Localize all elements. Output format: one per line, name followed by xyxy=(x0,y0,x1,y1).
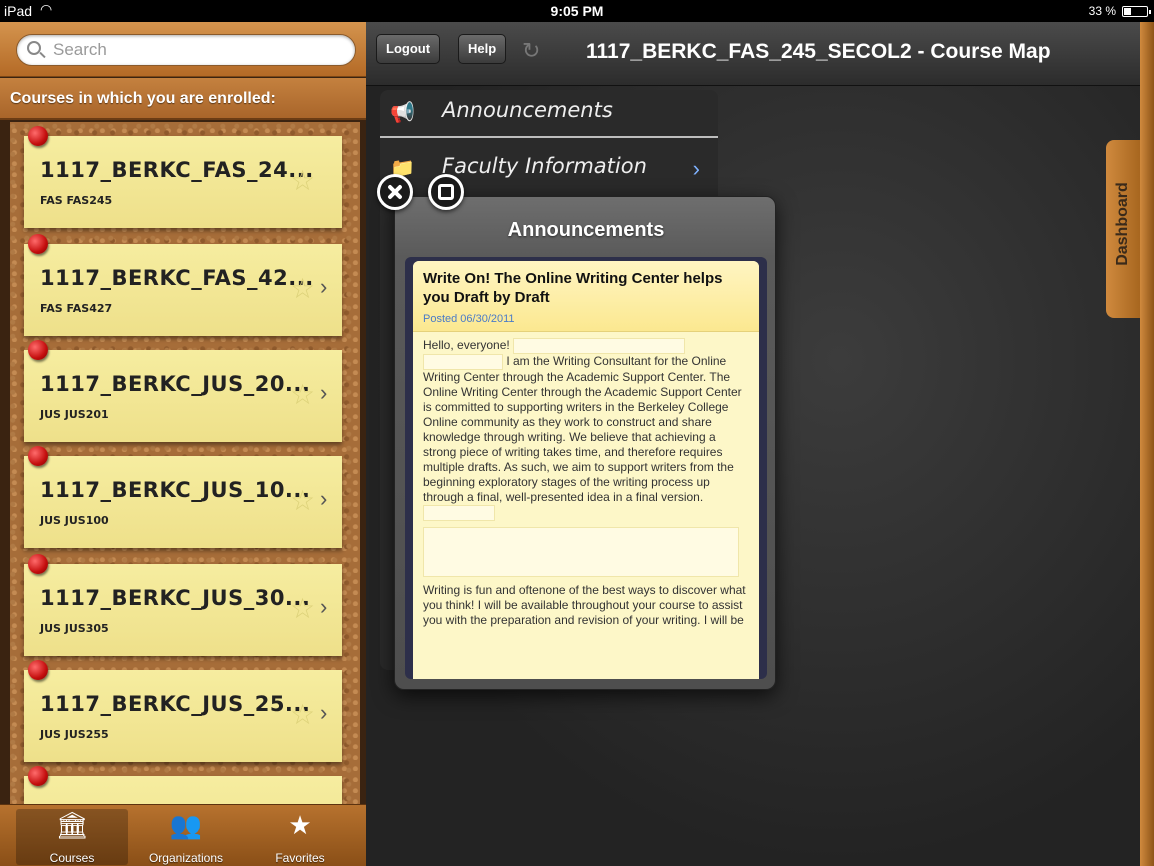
announcement-heading: Write On! The Online Writing Center help… xyxy=(423,270,723,306)
course-title: 1117_BERKC_FAS_24... xyxy=(40,158,314,182)
course-code: JUS JUS305 xyxy=(40,622,109,635)
course-list[interactable]: 1117_BERKC_FAS_24... FAS FAS245 ☆ 1117_B… xyxy=(10,122,360,866)
battery-icon xyxy=(1122,6,1151,17)
course-code: FAS FAS245 xyxy=(40,194,113,207)
announcement-greeting: Hello, everyone! xyxy=(423,338,510,353)
tab-courses[interactable]: 🏛 Courses xyxy=(16,809,128,865)
favorite-star-icon[interactable]: ☆ xyxy=(290,378,315,411)
highlight-box xyxy=(513,338,686,354)
battery-percent: 33 % xyxy=(1088,4,1116,18)
course-item[interactable]: 1117_BERKC_JUS_25... JUS JUS255 ☆ › xyxy=(24,660,342,762)
favorite-star-icon[interactable]: ☆ xyxy=(290,698,315,731)
star-icon: ★ xyxy=(288,810,312,840)
announcement-paragraph: Writing is fun and oftenone of the best … xyxy=(423,583,746,627)
course-title: 1117_BERKC_JUS_10... xyxy=(40,478,311,502)
dashboard-label: Dashboard xyxy=(1114,182,1131,266)
favorite-star-icon[interactable]: ☆ xyxy=(290,272,315,305)
search-field[interactable] xyxy=(16,34,356,66)
pushpin-icon xyxy=(28,126,48,146)
status-bar: iPad ◠ 9:05 PM 33 % xyxy=(0,0,1154,22)
course-code: JUS JUS100 xyxy=(40,514,109,527)
favorite-star-icon[interactable]: ☆ xyxy=(290,592,315,625)
course-item[interactable]: 1117_BERKC_JUS_10... JUS JUS100 ☆ › xyxy=(24,446,342,548)
course-code: JUS JUS255 xyxy=(40,728,109,741)
tab-organizations[interactable]: 👥 Organizations xyxy=(130,809,242,865)
highlight-box xyxy=(423,527,739,577)
course-title: 1117_BERKC_JUS_25... xyxy=(40,692,311,716)
screen: iPad ◠ 9:05 PM 33 % Courses in which you… xyxy=(0,0,1154,866)
menu-item-label: Announcements xyxy=(442,98,613,122)
logout-button[interactable]: Logout xyxy=(376,34,441,64)
pushpin-icon xyxy=(28,660,48,680)
close-button[interactable] xyxy=(377,174,413,210)
columns-icon: 🏛 xyxy=(55,810,89,840)
chevron-right-icon: › xyxy=(320,274,328,299)
help-button[interactable]: Help xyxy=(458,34,507,64)
favorite-star-icon[interactable]: ☆ xyxy=(290,164,315,197)
highlight-box xyxy=(423,505,495,521)
course-title: 1117_BERKC_JUS_20... xyxy=(40,372,311,396)
chevron-right-icon: › xyxy=(320,486,328,511)
highlight-box xyxy=(423,354,503,370)
course-title: 1117_BERKC_FAS_42... xyxy=(40,266,314,290)
megaphone-icon: 📢 xyxy=(390,102,415,124)
tab-bar: 🏛 Courses 👥 Organizations ★ Favorites xyxy=(0,804,366,866)
dashboard-tab[interactable]: Dashboard xyxy=(1106,140,1140,318)
search-bar xyxy=(0,22,366,77)
announcements-popover: Announcements Write On! The Online Writi… xyxy=(394,196,776,690)
dashboard-strip xyxy=(1140,22,1154,866)
chevron-right-icon: › xyxy=(320,700,328,725)
toolbar: Logout Help ↻ 1117_BERKC_FAS_245_SECOL2 … xyxy=(366,22,1154,86)
announcement-header: Write On! The Online Writing Center help… xyxy=(413,261,759,332)
tab-organizations-label: Organizations xyxy=(148,851,224,865)
popover-body: Write On! The Online Writing Center help… xyxy=(405,257,767,679)
course-code: JUS JUS201 xyxy=(40,408,109,421)
menu-item-announcements[interactable]: 📢 Announcements xyxy=(380,90,718,138)
course-title: 1117_BERKC_JUS_30... xyxy=(40,586,311,610)
pushpin-icon xyxy=(28,234,48,254)
expand-button[interactable] xyxy=(428,174,464,210)
announcement-paragraph: I am the Writing Consultant for the Onli… xyxy=(423,354,742,504)
courses-sidebar: Courses in which you are enrolled: 1117_… xyxy=(0,22,366,866)
announcement-date: Posted 06/30/2011 xyxy=(423,313,515,325)
menu-item-label: Faculty Information xyxy=(442,154,647,178)
announcement-body: Hello, everyone! I am the Writing Consul… xyxy=(413,332,759,634)
chevron-right-icon: › xyxy=(320,594,328,619)
search-icon xyxy=(27,41,41,55)
pushpin-icon xyxy=(28,340,48,360)
tab-courses-label: Courses xyxy=(49,851,95,865)
refresh-icon[interactable]: ↻ xyxy=(522,38,540,64)
course-code: FAS FAS427 xyxy=(40,302,113,315)
page-title: 1117_BERKC_FAS_245_SECOL2 - Course Map xyxy=(586,40,1051,63)
pushpin-icon xyxy=(28,766,48,786)
course-item[interactable]: 1117_BERKC_FAS_24... FAS FAS245 ☆ xyxy=(24,126,342,228)
favorite-star-icon[interactable]: ☆ xyxy=(290,484,315,517)
popover-title: Announcements xyxy=(507,219,665,241)
chevron-right-icon: › xyxy=(320,380,328,405)
clock: 9:05 PM xyxy=(550,3,604,19)
announcement-card[interactable]: Write On! The Online Writing Center help… xyxy=(413,261,759,679)
course-item[interactable]: 1117_BERKC_FAS_42... FAS FAS427 ☆ › xyxy=(24,234,342,336)
section-header: Courses in which you are enrolled: xyxy=(0,78,366,120)
search-input[interactable] xyxy=(53,39,343,61)
course-item[interactable]: 1117_BERKC_JUS_20... JUS JUS201 ☆ › xyxy=(24,340,342,442)
pushpin-icon xyxy=(28,446,48,466)
course-item[interactable]: 1117_BERKC_JUS_30... JUS JUS305 ☆ › xyxy=(24,554,342,656)
chevron-right-icon: › xyxy=(692,156,700,181)
tab-favorites[interactable]: ★ Favorites xyxy=(244,809,356,865)
pushpin-icon xyxy=(28,554,48,574)
tab-favorites-label: Favorites xyxy=(275,851,325,865)
people-icon: 👥 xyxy=(169,810,203,840)
